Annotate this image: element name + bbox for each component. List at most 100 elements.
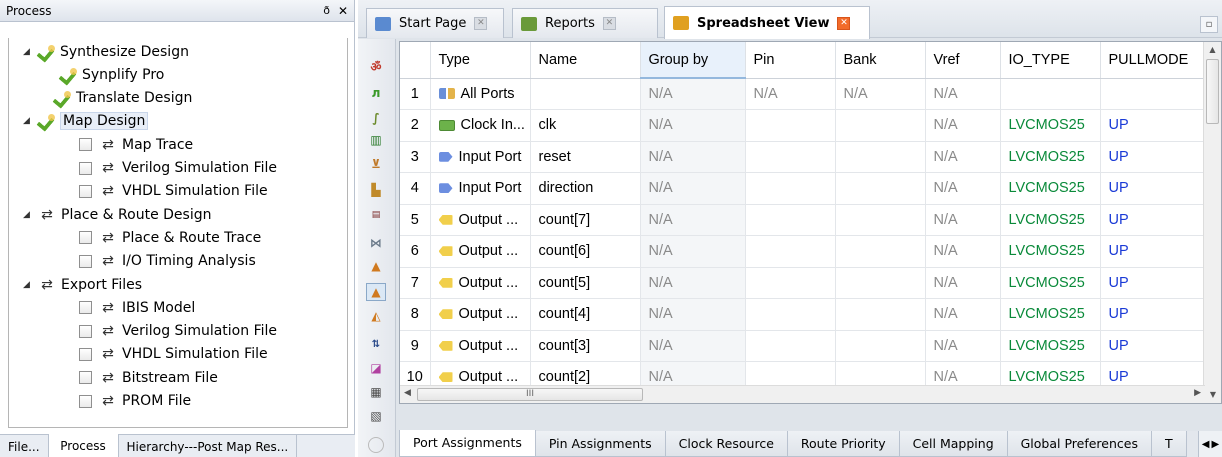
expand-triangle-icon[interactable]: ◢ [23,47,33,57]
port-group-icon[interactable]: ॐ [366,57,386,75]
pin-cell[interactable]: N/A [745,78,836,110]
io-type-cell[interactable]: LVCMOS25 [1000,298,1101,331]
info-icon[interactable] [368,437,384,453]
scroll-right-icon[interactable]: ▶ [1194,388,1201,398]
table-row[interactable]: 7 Output ... count[5] N/A N/A LVCMOS25 UP [400,267,1221,299]
column-header-pullmode[interactable]: PULLMODE [1100,42,1221,79]
bank-cell[interactable]: N/A [835,78,926,110]
group-by-cell[interactable]: N/A [640,298,746,331]
name-cell[interactable] [530,78,641,110]
pin-map-icon[interactable]: ▙ [366,181,386,199]
tree-item-checkbox[interactable] [79,394,92,408]
vref-cell[interactable]: N/A [925,78,1001,110]
tree-item[interactable]: ⇄ PROM File [79,390,191,413]
vref-cell[interactable]: N/A [925,204,1001,236]
table-row[interactable]: 9 Output ... count[3] N/A N/A LVCMOS25 UP [400,330,1221,362]
horizontal-scroll-thumb[interactable]: III [417,388,643,401]
tree-item[interactable]: ◢ ⇄ Place & Route Design [23,203,211,226]
assign-icon[interactable]: ▲ [366,257,386,275]
tab-port-assignments[interactable]: Port Assignments [399,430,536,457]
tree-item-checkbox[interactable] [79,161,92,175]
name-cell[interactable]: clk [530,109,641,142]
pin-cell[interactable] [745,298,836,331]
tree-item-checkbox[interactable] [79,254,92,268]
tree-item-checkbox[interactable] [79,138,92,152]
tree-item-checkbox[interactable] [79,184,92,198]
editor-tab-start-page[interactable]: Start Page ✕ [366,8,504,38]
table-row[interactable]: 2 Clock In... clk N/A N/A LVCMOS25 UP [400,109,1221,142]
bank-cell[interactable] [835,267,926,299]
vref-cell[interactable]: N/A [925,172,1001,205]
io-type-cell[interactable]: LVCMOS25 [1000,267,1101,299]
column-header-type[interactable]: Type [430,42,531,79]
tree-item-checkbox[interactable] [79,347,92,361]
flow-icon[interactable]: ⊻ [366,155,386,173]
tree-item[interactable]: ◢ Map Design [23,110,149,133]
group-by-cell[interactable]: N/A [640,330,746,362]
tree-item[interactable]: ⇄ Map Trace [79,133,193,156]
tree-item-checkbox[interactable] [79,324,92,338]
expand-triangle-icon[interactable]: ◢ [23,210,33,220]
tree-item[interactable]: ⇄ Verilog Simulation File [79,157,277,180]
io-type-cell[interactable]: LVCMOS25 [1000,330,1101,362]
vref-cell[interactable]: N/A [925,141,1001,173]
tree-item[interactable]: Translate Design [39,87,192,110]
vref-cell[interactable]: N/A [925,330,1001,362]
bank-cell[interactable] [835,204,926,236]
column-header-io-type[interactable]: IO_TYPE [1000,42,1101,79]
io-type-cell[interactable]: LVCMOS25 [1000,109,1101,142]
tree-item[interactable]: ⇄ Place & Route Trace [79,226,261,249]
type-cell[interactable]: Output ... [430,204,531,236]
name-cell[interactable]: count[5] [530,267,641,299]
pin-cell[interactable] [745,172,836,205]
group-by-cell[interactable]: N/A [640,204,746,236]
tree-item-checkbox[interactable] [79,371,92,385]
table-row[interactable]: 3 Input Port reset N/A N/A LVCMOS25 UP [400,141,1221,173]
expand-triangle-icon[interactable]: ◢ [23,116,33,126]
tree-item[interactable]: ⇄ VHDL Simulation File [79,343,268,366]
pullmode-cell[interactable]: UP [1100,109,1221,142]
type-cell[interactable]: Output ... [430,330,531,362]
vref-cell[interactable]: N/A [925,267,1001,299]
tab-close-icon[interactable]: ✕ [837,16,851,30]
tree-item[interactable]: Synplify Pro [61,63,164,86]
pullmode-cell[interactable]: UP [1100,141,1221,173]
tab-hierarchy-post-map-res[interactable]: Hierarchy---Post Map Res... [119,435,298,457]
tab-process[interactable]: Process [48,434,119,457]
bank-cell[interactable] [835,141,926,173]
tab-right-icon[interactable]: ▶ [1212,439,1220,450]
table-row[interactable]: 5 Output ... count[7] N/A N/A LVCMOS25 UP [400,204,1221,236]
sort-icon[interactable]: ⇅ [366,335,386,353]
vref-cell[interactable]: N/A [925,109,1001,142]
pullmode-cell[interactable]: UP [1100,330,1221,362]
io-type-cell[interactable] [1000,78,1101,110]
table-row[interactable]: 4 Input Port direction N/A N/A LVCMOS25 UP [400,172,1221,205]
tree-item[interactable]: ◢ Synthesize Design [23,40,189,63]
name-cell[interactable]: direction [530,172,641,205]
type-cell[interactable]: Output ... [430,267,531,299]
tree-item[interactable]: ◢ ⇄ Export Files [23,273,142,296]
column-header-pin[interactable]: Pin [745,42,836,79]
tab-global-preferences[interactable]: Global Preferences [1006,431,1152,457]
vertical-scroll-thumb[interactable] [1206,59,1219,124]
tab-scroll-arrows[interactable]: ◀ ▶ [1198,431,1222,457]
name-cell[interactable]: count[4] [530,298,641,331]
type-cell[interactable]: Clock In... [430,109,531,142]
pin-cell[interactable] [745,109,836,142]
filter-icon[interactable]: ▲ [366,283,386,301]
restore-window-button[interactable]: ▫ [1200,16,1218,33]
bank-cell[interactable] [835,330,926,362]
table-row[interactable]: 8 Output ... count[4] N/A N/A LVCMOS25 UP [400,298,1221,331]
wave-icon[interactable]: ∫ [366,109,386,127]
pin-cell[interactable] [745,267,836,299]
horizontal-scrollbar[interactable]: ◀ III ▶ [400,385,1205,403]
group-by-cell[interactable]: N/A [640,78,746,110]
type-cell[interactable]: Output ... [430,298,531,331]
io-type-cell[interactable]: LVCMOS25 [1000,204,1101,236]
pullmode-cell[interactable]: UP [1100,235,1221,268]
table-row[interactable]: 6 Output ... count[6] N/A N/A LVCMOS25 UP [400,235,1221,268]
grid-icon[interactable]: ▦ [366,383,386,401]
tab-cell-mapping[interactable]: Cell Mapping [898,431,1008,457]
tree-item[interactable]: ⇄ IBIS Model [79,296,195,319]
column-header-group-by[interactable]: Group by [640,42,746,79]
